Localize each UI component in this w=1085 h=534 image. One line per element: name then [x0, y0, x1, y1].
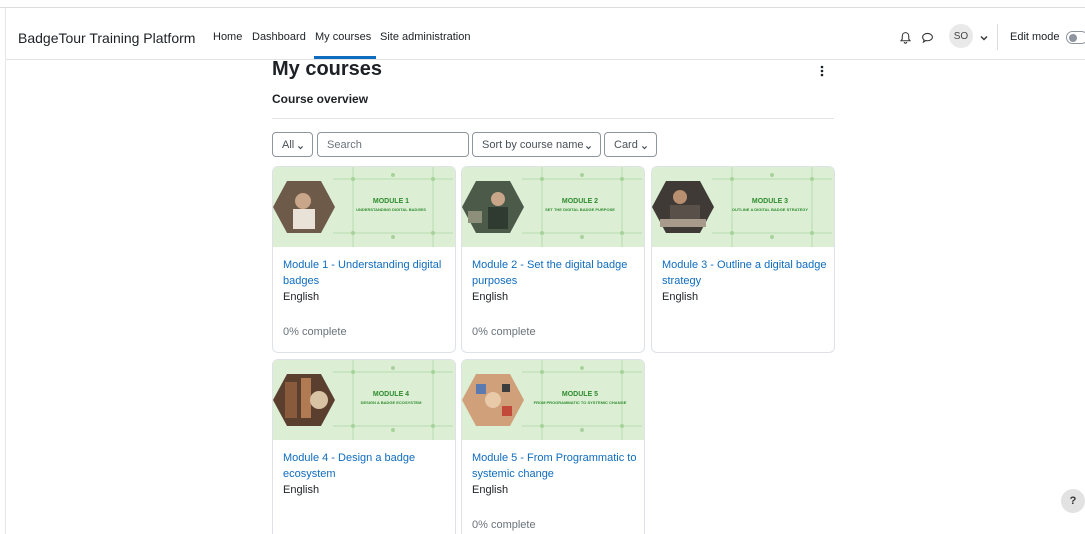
banner-heading: MODULE 1 [373, 198, 409, 205]
banner-heading: MODULE 4 [373, 391, 409, 398]
course-card-1[interactable]: MODULE 1 UNDERSTANDING DIGITAL BADGES Mo… [272, 166, 456, 353]
nav-site-administration[interactable]: Site administration [380, 31, 471, 43]
course-language: English [662, 291, 699, 303]
bell-icon[interactable] [896, 28, 914, 46]
course-title-link[interactable]: Module 3 - Outline a digital badge strat… [662, 257, 830, 289]
banner-heading: MODULE 2 [562, 198, 598, 205]
course-card-2[interactable]: MODULE 2 SET THE DIGITAL BADGE PURPOSE M… [461, 166, 645, 353]
user-avatar[interactable]: SO [949, 24, 973, 48]
course-image[interactable]: MODULE 2 SET THE DIGITAL BADGE PURPOSE [462, 167, 644, 247]
course-progress: 0% complete [283, 326, 347, 338]
course-image[interactable]: MODULE 4 DESIGN A BADGE ECOSYSTEM [273, 360, 455, 440]
course-card-3[interactable]: MODULE 3 OUTLINE A DIGITAL BADGE STRATEG… [651, 166, 835, 353]
chevron-down-icon [297, 142, 304, 150]
banner-subtitle: DESIGN A BADGE ECOSYSTEM [361, 400, 422, 405]
grouping-value: All [282, 138, 295, 151]
view-value: Card [614, 138, 638, 151]
course-language: English [283, 291, 320, 303]
course-progress: 0% complete [472, 519, 536, 531]
search-input[interactable] [317, 132, 469, 157]
course-language: English [472, 484, 509, 496]
page-title: My courses [272, 58, 383, 80]
nav-my-courses[interactable]: My courses [315, 31, 371, 43]
banner-subtitle: FROM PROGRAMMATIC TO SYSTEMIC CHANGE [534, 400, 627, 405]
course-progress: 0% complete [472, 326, 536, 338]
course-language: English [472, 291, 509, 303]
site-brand[interactable]: BadgeTour Training Platform [18, 30, 195, 46]
course-title-link[interactable]: Module 1 - Understanding digital badges [283, 257, 451, 289]
sort-select[interactable]: Sort by course name [472, 132, 601, 157]
window-left-edge [0, 8, 6, 534]
section-title: Course overview [272, 92, 369, 106]
course-card-5[interactable]: MODULE 5 FROM PROGRAMMATIC TO SYSTEMIC C… [461, 359, 645, 534]
chevron-down-icon [641, 142, 648, 150]
nav-dashboard[interactable]: Dashboard [252, 31, 306, 43]
banner-subtitle: UNDERSTANDING DIGITAL BADGES [356, 207, 426, 212]
course-image[interactable]: MODULE 5 FROM PROGRAMMATIC TO SYSTEMIC C… [462, 360, 644, 440]
navbar-divider [997, 24, 998, 50]
more-options-icon[interactable] [818, 64, 826, 78]
banner-heading: MODULE 3 [752, 198, 788, 205]
section-divider [272, 118, 834, 119]
edit-mode-label: Edit mode [1010, 31, 1060, 43]
course-title-link[interactable]: Module 4 - Design a badge ecosystem [283, 450, 451, 482]
chevron-down-icon [585, 142, 592, 150]
course-image[interactable]: MODULE 3 OUTLINE A DIGITAL BADGE STRATEG… [652, 167, 834, 247]
banner-subtitle: OUTLINE A DIGITAL BADGE STRATEGY [732, 207, 808, 212]
chevron-down-icon[interactable] [979, 30, 989, 41]
top-navbar: BadgeTour Training Platform Home Dashboa… [6, 16, 1085, 60]
grouping-select[interactable]: All [272, 132, 313, 157]
course-language: English [283, 484, 320, 496]
window-top-edge [0, 0, 1085, 8]
course-title-link[interactable]: Module 2 - Set the digital badge purpose… [472, 257, 640, 289]
course-image[interactable]: MODULE 1 UNDERSTANDING DIGITAL BADGES [273, 167, 455, 247]
help-button[interactable]: ? [1061, 489, 1085, 513]
banner-heading: MODULE 5 [562, 391, 598, 398]
toggle-knob [1069, 34, 1077, 42]
chat-icon[interactable] [918, 28, 936, 46]
view-select[interactable]: Card [604, 132, 657, 157]
course-title-link[interactable]: Module 5 - From Programmatic to systemic… [472, 450, 640, 482]
sort-value: Sort by course name [482, 138, 584, 151]
banner-subtitle: SET THE DIGITAL BADGE PURPOSE [545, 207, 615, 212]
course-card-4[interactable]: MODULE 4 DESIGN A BADGE ECOSYSTEM Module… [272, 359, 456, 534]
nav-home[interactable]: Home [213, 31, 242, 43]
